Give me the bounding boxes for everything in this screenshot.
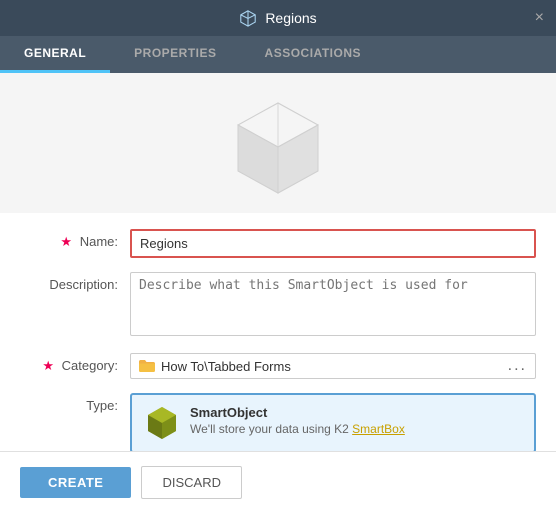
- type-options: SmartObject We'll store your data using …: [130, 393, 536, 451]
- name-required-star: ★: [60, 234, 72, 249]
- discard-button[interactable]: DISCARD: [141, 466, 242, 499]
- smartobject-info: SmartObject We'll store your data using …: [190, 405, 405, 436]
- tab-properties[interactable]: PROPERTIES: [110, 36, 240, 73]
- category-selector[interactable]: How To\Tabbed Forms ...: [130, 353, 536, 379]
- large-cube-icon: [223, 93, 333, 203]
- category-required-star: ★: [42, 358, 54, 373]
- cube-illustration: [223, 73, 333, 213]
- tab-general[interactable]: GENERAL: [0, 36, 110, 73]
- tab-associations[interactable]: ASSOCIATIONS: [241, 36, 385, 73]
- smartobject-desc: We'll store your data using K2 SmartBox: [190, 422, 405, 436]
- type-label: Type:: [20, 393, 130, 413]
- category-value: How To\Tabbed Forms: [161, 359, 508, 374]
- smartobject-title: SmartObject: [190, 405, 405, 420]
- type-row: Type: SmartObject: [20, 393, 536, 451]
- description-input[interactable]: [130, 272, 536, 336]
- window-title: Regions: [265, 10, 316, 26]
- category-row: ★ Category: How To\Tabbed Forms ...: [20, 353, 536, 379]
- description-field-wrapper: [130, 272, 536, 339]
- folder-icon: [139, 359, 155, 373]
- smartobject-icon: [144, 405, 180, 441]
- title-bar: Regions ×: [0, 0, 556, 36]
- type-option-smartobject[interactable]: SmartObject We'll store your data using …: [130, 393, 536, 451]
- close-button[interactable]: ×: [535, 10, 544, 26]
- title-bar-content: Regions: [239, 9, 316, 27]
- category-field-wrapper: How To\Tabbed Forms ...: [130, 353, 536, 379]
- description-row: Description:: [20, 272, 536, 339]
- create-button[interactable]: CREATE: [20, 467, 131, 498]
- description-label: Description:: [20, 272, 130, 292]
- name-label: ★ Name:: [20, 229, 130, 250]
- smartbox-link[interactable]: SmartBox: [352, 422, 405, 436]
- footer: CREATE DISCARD: [0, 451, 556, 513]
- category-label: ★ Category:: [20, 353, 130, 374]
- name-row: ★ Name:: [20, 229, 536, 258]
- name-field-wrapper: [130, 229, 536, 258]
- body: ★ Name: Description: ★: [0, 73, 556, 451]
- tab-bar: GENERAL PROPERTIES ASSOCIATIONS: [0, 36, 556, 73]
- title-cube-icon: [239, 9, 257, 27]
- main-window: Regions × GENERAL PROPERTIES ASSOCIATION…: [0, 0, 556, 513]
- name-input[interactable]: [130, 229, 536, 258]
- form-area: ★ Name: Description: ★: [0, 213, 556, 451]
- category-dots-button[interactable]: ...: [508, 358, 527, 374]
